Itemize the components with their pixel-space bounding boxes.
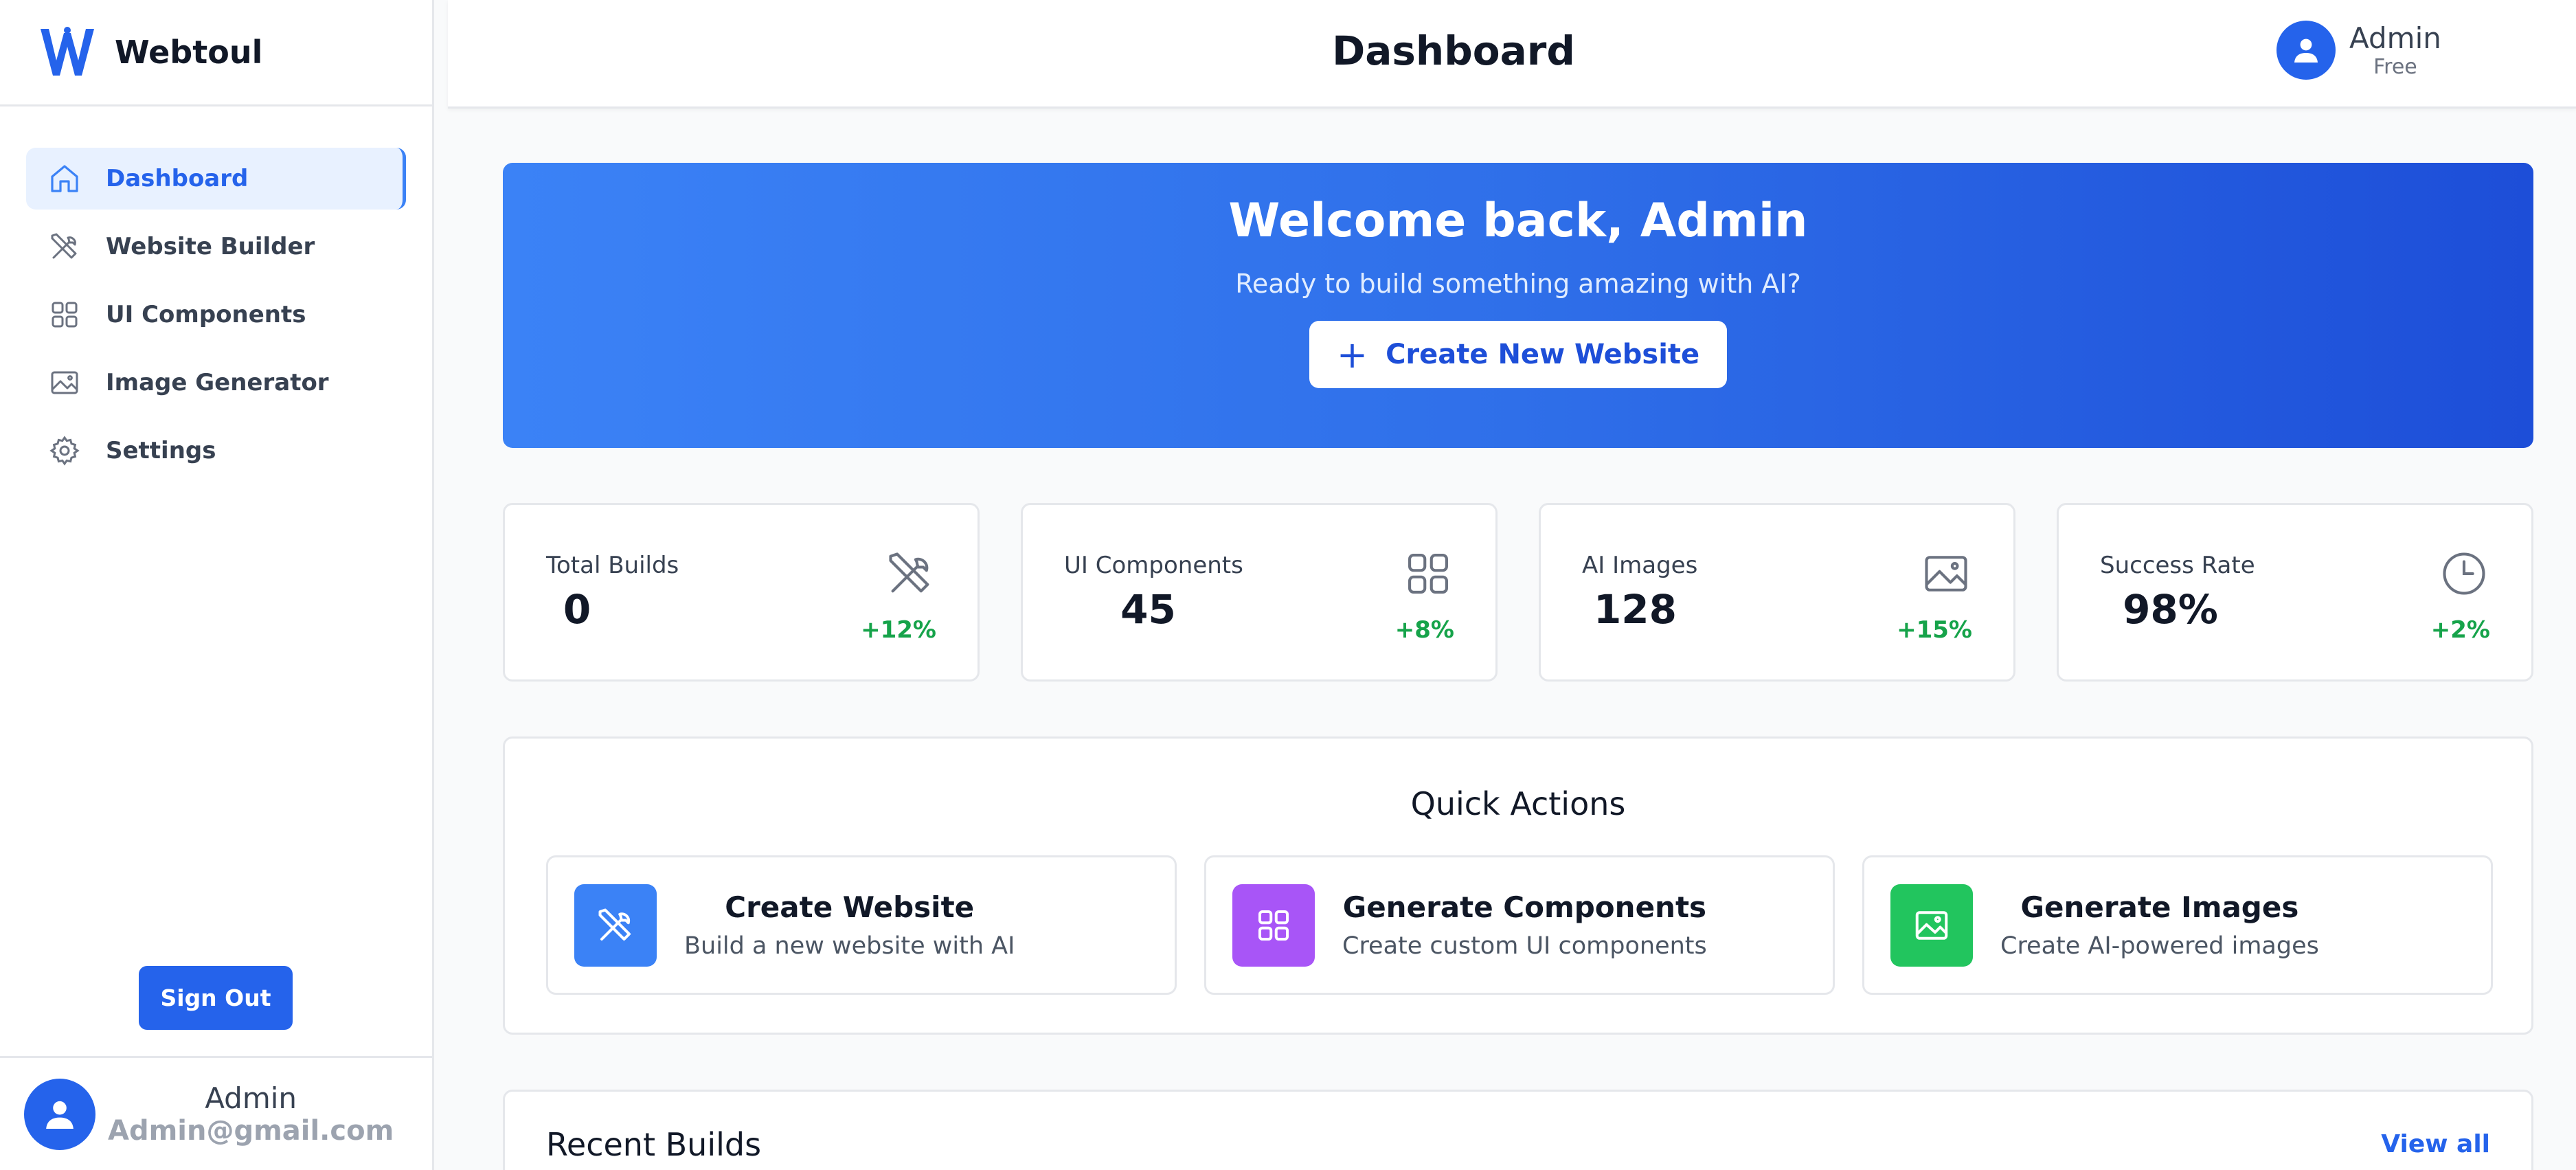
logo-icon: [41, 27, 94, 76]
stat-change: +15%: [1897, 616, 1972, 644]
sidebar-user-email: Admin@gmail.com: [108, 1115, 394, 1147]
stat-card-total-builds: Total Builds 0 +12%: [503, 503, 980, 682]
sidebar-item-dashboard[interactable]: Dashboard: [26, 148, 406, 210]
sign-out-button[interactable]: Sign Out: [139, 966, 293, 1030]
quick-actions-panel: Quick Actions Create Website Build a new…: [503, 736, 2533, 1035]
user-icon: [46, 1101, 74, 1129]
stats-row: Total Builds 0 +12% UI Components 45 +8%…: [503, 503, 2533, 682]
sidebar-item-label: Settings: [106, 437, 216, 464]
main-content: Welcome back, Admin Ready to build somet…: [503, 163, 2533, 1170]
stat-label: Total Builds: [546, 552, 679, 579]
header-user-plan: Free: [2373, 55, 2417, 79]
image-icon: [1890, 884, 1973, 967]
sidebar-nav: Dashboard Website Builder UI Components …: [0, 106, 432, 482]
avatar: [24, 1078, 95, 1150]
stat-label: UI Components: [1064, 552, 1243, 579]
quick-action-generate-images[interactable]: Generate Images Create AI-powered images: [1862, 855, 2493, 995]
create-new-website-button[interactable]: + Create New Website: [1309, 321, 1728, 388]
quick-action-description: Build a new website with AI: [684, 932, 1015, 960]
sidebar-user-card[interactable]: Admin Admin@gmail.com: [0, 1056, 432, 1170]
sidebar-item-image-generator[interactable]: Image Generator: [26, 352, 406, 414]
stat-change: +12%: [861, 616, 936, 644]
stat-card-ai-images: AI Images 128 +15%: [1539, 503, 2015, 682]
create-new-website-label: Create New Website: [1386, 339, 1700, 370]
stat-value: 0: [563, 586, 591, 633]
tools-icon: [884, 548, 936, 600]
grid-icon: [1232, 884, 1315, 967]
recent-builds-panel: Recent Builds View all: [503, 1090, 2533, 1170]
sidebar-user-name: Admin: [205, 1081, 297, 1115]
image-icon: [48, 366, 81, 399]
brand[interactable]: Webtoul: [0, 0, 432, 106]
quick-action-title: Generate Components: [1342, 890, 1707, 924]
stat-change: +2%: [2430, 616, 2490, 644]
plus-icon: +: [1336, 333, 1368, 376]
user-icon: [2294, 38, 2318, 63]
sidebar-item-ui-components[interactable]: UI Components: [26, 284, 406, 346]
quick-action-title: Create Website: [725, 890, 975, 924]
sidebar-item-settings[interactable]: Settings: [26, 420, 406, 482]
sidebar: Webtoul Dashboard Website Builder UI Com…: [0, 0, 434, 1170]
top-header: Dashboard Admin Free: [448, 0, 2576, 109]
welcome-banner: Welcome back, Admin Ready to build somet…: [503, 163, 2533, 448]
avatar: [2276, 21, 2336, 80]
stat-value: 45: [1120, 586, 1176, 633]
sidebar-item-label: Image Generator: [106, 369, 329, 396]
home-icon: [48, 162, 81, 195]
sidebar-item-website-builder[interactable]: Website Builder: [26, 216, 406, 278]
tools-icon: [48, 230, 81, 263]
tools-icon: [574, 884, 657, 967]
welcome-subtitle: Ready to build something amazing with AI…: [1235, 269, 1801, 299]
image-icon: [1920, 548, 1972, 600]
sidebar-item-label: Dashboard: [106, 165, 249, 192]
grid-icon: [1402, 548, 1454, 600]
quick-action-title: Generate Images: [2020, 890, 2299, 924]
recent-builds-title: Recent Builds: [546, 1126, 762, 1163]
header-user-name: Admin: [2349, 21, 2441, 55]
view-all-link[interactable]: View all: [2381, 1130, 2490, 1158]
stat-label: Success Rate: [2100, 552, 2255, 579]
stat-value: 98%: [2123, 586, 2218, 633]
clock-icon: [2438, 548, 2490, 600]
page-title: Dashboard: [1332, 27, 1575, 74]
stat-value: 128: [1593, 586, 1677, 633]
stat-label: AI Images: [1582, 552, 1698, 579]
brand-name: Webtoul: [115, 34, 263, 71]
quick-actions-title: Quick Actions: [1410, 785, 1626, 822]
quick-action-description: Create custom UI components: [1342, 932, 1707, 960]
sidebar-item-label: Website Builder: [106, 233, 315, 260]
header-user-menu[interactable]: Admin Free: [2276, 21, 2441, 80]
stat-change: +8%: [1394, 616, 1454, 644]
quick-action-description: Create AI-powered images: [2000, 932, 2319, 960]
grid-icon: [48, 298, 81, 331]
quick-action-create-website[interactable]: Create Website Build a new website with …: [546, 855, 1177, 995]
quick-action-generate-components[interactable]: Generate Components Create custom UI com…: [1204, 855, 1835, 995]
stat-card-ui-components: UI Components 45 +8%: [1021, 503, 1498, 682]
welcome-title: Welcome back, Admin: [1228, 194, 1808, 248]
stat-card-success-rate: Success Rate 98% +2%: [2057, 503, 2533, 682]
gear-icon: [48, 434, 81, 467]
sidebar-item-label: UI Components: [106, 301, 306, 328]
